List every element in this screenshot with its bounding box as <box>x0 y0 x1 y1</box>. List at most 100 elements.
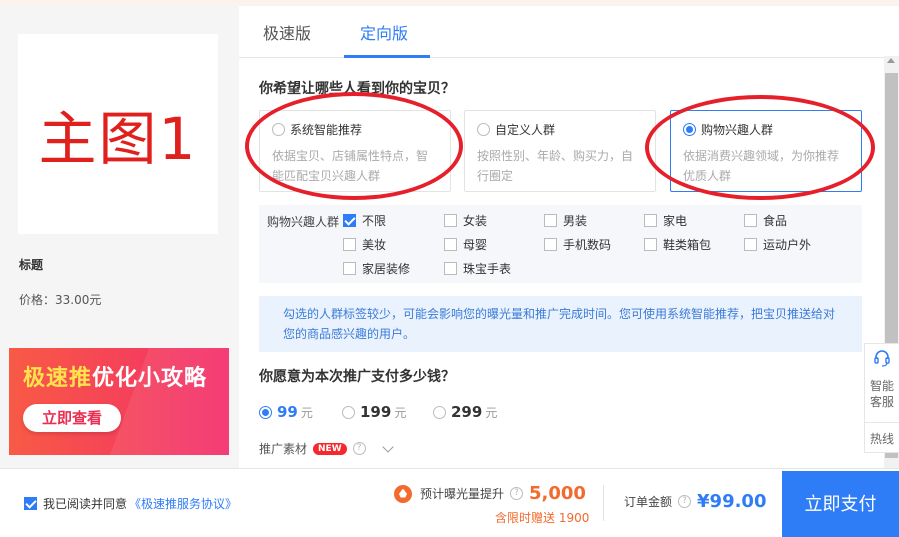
checkbox-label: 女装 <box>463 214 488 228</box>
checkbox-box[interactable] <box>744 214 757 227</box>
pay-option-199[interactable]: 199 元 <box>342 403 406 421</box>
hotline-link[interactable]: 热线 <box>865 430 899 447</box>
checkbox-label: 家居装修 <box>362 262 411 276</box>
interest-category-box: 购物兴趣人群 不限 女装 男装 家电 食品 美妆 母婴 手机数码 鞋类箱包 运动… <box>259 205 862 283</box>
checkbox-box[interactable] <box>644 214 657 227</box>
agreement-text: 我已阅读并同意 <box>43 497 128 511</box>
option-smart-recommend[interactable]: 系统智能推荐 依据宝贝、店铺属性特点，智能匹配宝贝兴趣人群 <box>259 110 451 192</box>
option-description: 依据消费兴趣领域，为你推荐优质人群 <box>683 149 840 183</box>
agreement-checkbox[interactable]: 我已阅读并同意 《极速推服务协议》 <box>24 495 237 512</box>
divider <box>603 485 604 521</box>
order-help-icon[interactable]: ? <box>678 495 692 508</box>
checkbox-digital[interactable]: 手机数码 <box>544 236 611 253</box>
settings-panel: 极速版 定向版 你希望让哪些人看到你的宝贝？ 系统智能推荐 依据宝贝、店铺属性特… <box>239 6 899 468</box>
product-preview-panel: 主图1 标题 价格：33.00元 极速推优化小攻略 立即查看 <box>0 6 239 468</box>
order-amount: 订单金额 ? ¥99.00 <box>624 491 766 512</box>
checkbox-jewelry[interactable]: 珠宝手表 <box>444 260 511 277</box>
checkbox-box[interactable] <box>444 214 457 227</box>
checkbox-box[interactable] <box>444 262 457 275</box>
option-label: 系统智能推荐 <box>290 123 363 137</box>
option-description: 依据宝贝、店铺属性特点，智能匹配宝贝兴趣人群 <box>272 149 429 183</box>
order-value: ¥99.00 <box>697 491 767 512</box>
checkbox-label: 美妆 <box>362 238 387 252</box>
checkbox-box[interactable] <box>343 262 356 275</box>
checkbox-box[interactable] <box>744 238 757 251</box>
tab-fast[interactable]: 极速版 <box>263 20 311 44</box>
divider <box>865 422 899 423</box>
estimate-help-icon[interactable]: ? <box>510 487 524 500</box>
product-price: 价格：33.00元 <box>19 293 102 307</box>
agreement-link[interactable]: 《极速推服务协议》 <box>129 495 237 512</box>
help-icon[interactable]: ? <box>352 442 366 455</box>
pay-amount: 99 <box>277 403 298 421</box>
checkbox-box[interactable] <box>343 238 356 251</box>
estimate-value: 5,000 <box>529 483 586 504</box>
material-label: 推广素材 <box>259 442 308 456</box>
checkbox-baby[interactable]: 母婴 <box>444 236 487 253</box>
bottom-bar: 我已阅读并同意 《极速推服务协议》 预计曝光量提升 ? 5,000 含限时赠送 … <box>0 468 899 537</box>
notice-message: 勾选的人群标签较少，可能会影响您的曝光量和推广完成时间。您可使用系统智能推荐，把… <box>259 296 862 352</box>
estimate-label: 预计曝光量提升 <box>420 487 505 501</box>
product-title: 标题 <box>19 258 44 272</box>
checkbox-mens[interactable]: 男装 <box>544 212 587 229</box>
checkbox-box[interactable] <box>343 214 356 227</box>
checkbox-box[interactable] <box>644 238 657 251</box>
radio-smart-recommend[interactable] <box>272 123 285 136</box>
pay-option-299[interactable]: 299 元 <box>433 403 497 421</box>
option-custom-audience[interactable]: 自定义人群 按照性别、年龄、购买力，自行圈定 <box>464 110 656 192</box>
radio-custom-audience[interactable] <box>477 123 490 136</box>
pay-unit: 元 <box>485 405 498 420</box>
option-label: 自定义人群 <box>495 123 556 137</box>
banner-title-rest: 优化小攻略 <box>92 366 208 391</box>
checkbox-appliances[interactable]: 家电 <box>644 212 687 229</box>
side-service-panel: 智能客服 热线 <box>864 343 899 453</box>
checkbox-home[interactable]: 家居装修 <box>343 260 410 277</box>
main-image-text: 主图1 <box>38 105 198 173</box>
checkbox-label: 母婴 <box>463 238 488 252</box>
audience-question: 你希望让哪些人看到你的宝贝？ <box>259 81 455 97</box>
main-image: 主图1 <box>18 34 218 234</box>
pay-amount: 299 <box>451 403 483 421</box>
checkbox-womens[interactable]: 女装 <box>444 212 487 229</box>
interest-label: 购物兴趣人群 <box>267 215 340 229</box>
checkbox-label: 不限 <box>362 214 387 228</box>
pay-now-button[interactable]: 立即支付 <box>782 471 899 537</box>
checkbox-label: 家电 <box>663 214 688 228</box>
chevron-down-icon[interactable] <box>381 440 394 453</box>
option-label: 购物兴趣人群 <box>701 123 774 137</box>
tab-targeted[interactable]: 定向版 <box>360 20 408 44</box>
checkbox-food[interactable]: 食品 <box>744 212 787 229</box>
active-tab-indicator <box>344 55 430 58</box>
radio-shopping-interest[interactable] <box>683 123 696 136</box>
strategy-banner[interactable]: 极速推优化小攻略 立即查看 <box>9 348 229 455</box>
banner-title-highlight: 极速推 <box>23 366 93 391</box>
payment-question: 你愿意为本次推广支付多少钱？ <box>259 369 455 385</box>
checkbox-sports[interactable]: 运动户外 <box>744 236 811 253</box>
checkbox-label: 男装 <box>563 214 588 228</box>
checkbox-label: 珠宝手表 <box>463 262 512 276</box>
smart-service-link[interactable]: 智能客服 <box>865 378 899 410</box>
checkbox-shoes-bags[interactable]: 鞋类箱包 <box>644 236 711 253</box>
radio-pay-99[interactable] <box>259 405 272 419</box>
checkbox-unlimited[interactable]: 不限 <box>343 212 386 229</box>
pay-unit: 元 <box>394 405 407 420</box>
radio-pay-299[interactable] <box>433 405 446 419</box>
view-now-button[interactable]: 立即查看 <box>23 404 121 432</box>
radio-pay-199[interactable] <box>342 405 355 419</box>
agreement-check-box[interactable] <box>24 497 37 510</box>
checkbox-label: 手机数码 <box>563 238 612 252</box>
option-description: 按照性别、年龄、购买力，自行圈定 <box>477 149 634 183</box>
option-shopping-interest[interactable]: 购物兴趣人群 依据消费兴趣领域，为你推荐优质人群 <box>670 110 862 192</box>
pay-amount: 199 <box>360 403 392 421</box>
checkbox-box[interactable] <box>544 238 557 251</box>
checkbox-label: 食品 <box>763 214 788 228</box>
promo-material-row[interactable]: 推广素材 NEW ? <box>259 440 394 457</box>
checkbox-box[interactable] <box>544 214 557 227</box>
checkbox-beauty[interactable]: 美妆 <box>343 236 386 253</box>
gift-text: 含限时赠送 1900 <box>495 511 590 525</box>
banner-title: 极速推优化小攻略 <box>23 360 207 392</box>
pay-option-99[interactable]: 99 元 <box>259 403 313 421</box>
headset-icon[interactable] <box>865 348 899 372</box>
checkbox-box[interactable] <box>444 238 457 251</box>
scroll-up-arrow-icon[interactable] <box>887 58 895 63</box>
